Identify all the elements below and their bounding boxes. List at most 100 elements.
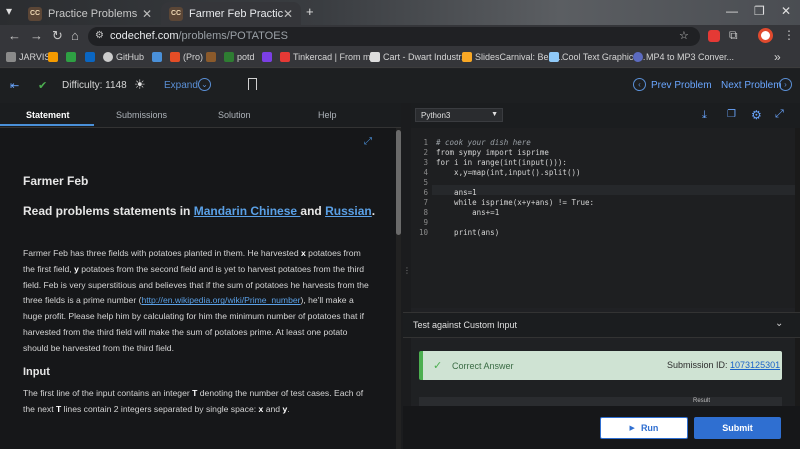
left-arrow-icon[interactable]: ⇤ bbox=[10, 79, 19, 92]
line-number: 10 bbox=[418, 228, 428, 237]
extensions-puzzle-icon[interactable]: ⧉ bbox=[729, 28, 738, 43]
code-line[interactable]: from sympy import isprime bbox=[436, 148, 549, 157]
language-select[interactable]: Python3 ▼ bbox=[415, 108, 503, 122]
minimize-icon[interactable]: — bbox=[726, 4, 738, 18]
bookmark-jarvis[interactable]: JARVIS bbox=[6, 52, 50, 62]
browser-tab-farmer-feb[interactable]: CC Farmer Feb Practice Coding Pro ✕ bbox=[161, 2, 301, 25]
chevron-down-icon[interactable]: ⌄ bbox=[198, 78, 211, 91]
gmail-icon bbox=[170, 52, 180, 62]
drag-handle-icon[interactable]: ⋮ bbox=[403, 266, 411, 275]
forward-icon[interactable]: → bbox=[30, 28, 43, 43]
browser-tab-strip: CC Practice Problems ✕ CC Farmer Feb Pra… bbox=[0, 0, 800, 25]
extension-icon[interactable] bbox=[708, 30, 720, 42]
theme-sun-icon[interactable]: ☀ bbox=[134, 77, 146, 93]
tab-submissions[interactable]: Submissions bbox=[116, 110, 167, 120]
bookmark-cart[interactable]: Cart - Dwart Industr... bbox=[370, 52, 469, 62]
bookmark-icon bbox=[462, 52, 472, 62]
mandarin-link[interactable]: Mandarin Chinese bbox=[194, 204, 301, 218]
chevron-right-icon[interactable]: › bbox=[779, 78, 792, 91]
check-icon: ✔ bbox=[38, 80, 48, 92]
bookmarks-more-icon[interactable]: » bbox=[774, 50, 781, 64]
home-icon[interactable]: ⌂ bbox=[71, 28, 79, 43]
check-icon: ✓ bbox=[433, 360, 443, 372]
submit-button[interactable]: Submit bbox=[694, 417, 781, 439]
bookmark-pro[interactable]: (Pro) bbox=[170, 52, 203, 62]
bookmark-icon[interactable] bbox=[248, 78, 257, 90]
close-icon[interactable]: ✕ bbox=[142, 7, 152, 21]
bookmark-mp4[interactable]: MP4 to MP3 Conver... bbox=[633, 52, 734, 62]
caret-down-icon: ▼ bbox=[491, 111, 498, 118]
back-icon[interactable]: ← bbox=[8, 28, 21, 43]
run-button[interactable]: ▶ Run bbox=[600, 417, 688, 439]
code-line[interactable]: for i in range(int(input())): bbox=[436, 158, 567, 167]
codechef-favicon-icon: CC bbox=[169, 6, 183, 21]
code-line[interactable]: print(ans) bbox=[436, 228, 499, 237]
submission-id-link[interactable]: 1073125301 bbox=[730, 360, 780, 370]
tab-search-icon[interactable]: ▾ bbox=[6, 4, 12, 18]
panel-resizer[interactable]: ⋮ bbox=[401, 103, 411, 449]
close-icon[interactable]: ✕ bbox=[283, 7, 293, 21]
code-line[interactable]: ans+=1 bbox=[436, 208, 499, 217]
problem-statement-panel: ⤢ Farmer Feb Read problems statements in… bbox=[0, 128, 396, 449]
settings-gear-icon[interactable]: ⚙ bbox=[751, 108, 762, 122]
github-icon bbox=[103, 52, 113, 62]
tinkercad-icon bbox=[280, 52, 290, 62]
current-line-highlight bbox=[432, 185, 795, 195]
bookmark-tinkercad[interactable]: Tinkercad | From mi... bbox=[280, 52, 380, 62]
reload-icon[interactable]: ↻ bbox=[52, 28, 63, 44]
line-number: 2 bbox=[423, 148, 428, 157]
bookmark-potd[interactable]: potd bbox=[224, 52, 255, 62]
prev-problem-button[interactable]: Prev Problem bbox=[651, 80, 712, 91]
bookmark-cooltext[interactable]: Cool Text Graphics... bbox=[549, 52, 645, 62]
tab-solution[interactable]: Solution bbox=[218, 110, 251, 120]
wikipedia-link[interactable]: http://en.wikipedia.org/wiki/Prime_numbe… bbox=[141, 295, 300, 305]
editor-scrollbar[interactable] bbox=[795, 128, 800, 449]
code-line[interactable]: x,y=map(int,input().split()) bbox=[436, 168, 580, 177]
download-icon[interactable]: ⤓ bbox=[702, 109, 707, 122]
custom-input-label[interactable]: Test against Custom Input bbox=[413, 320, 517, 330]
new-tab-icon[interactable]: + bbox=[306, 4, 314, 19]
codechef-favicon-icon: CC bbox=[28, 6, 42, 21]
bookmark-github[interactable]: GitHub bbox=[103, 52, 144, 62]
russian-link[interactable]: Russian bbox=[325, 204, 372, 218]
avatar[interactable] bbox=[758, 28, 773, 43]
restore-icon[interactable]: ❐ bbox=[754, 4, 765, 18]
bookmark-icon bbox=[549, 52, 559, 62]
bookmark-star-icon[interactable]: ☆ bbox=[679, 29, 689, 42]
next-problem-button[interactable]: Next Problem bbox=[721, 80, 782, 91]
browser-tab-practice[interactable]: CC Practice Problems ✕ bbox=[20, 2, 160, 25]
tab-statement[interactable]: Statement bbox=[26, 110, 70, 120]
line-number: 5 bbox=[423, 178, 428, 187]
bookmark-icon bbox=[633, 52, 643, 62]
bookmark-icon bbox=[224, 52, 234, 62]
site-info-icon[interactable]: ⚙ bbox=[95, 30, 104, 41]
expand-button[interactable]: Expand bbox=[164, 80, 198, 91]
bookmark-9[interactable] bbox=[262, 52, 275, 62]
fullscreen-icon[interactable]: ⤢ bbox=[775, 108, 784, 121]
address-bar[interactable]: ⚙ codechef.com/problems/POTATOES ☆ bbox=[88, 27, 700, 46]
chevron-left-icon[interactable]: ‹ bbox=[633, 78, 646, 91]
bookmark-1[interactable] bbox=[48, 52, 61, 62]
submission-id: Submission ID: 1073125301 bbox=[667, 360, 781, 370]
code-line[interactable]: ans=1 bbox=[436, 188, 477, 197]
bookmark-2[interactable] bbox=[66, 52, 79, 62]
tab-title: Farmer Feb Practice Coding Pro bbox=[189, 7, 283, 20]
line-number: 8 bbox=[423, 208, 428, 217]
window-close-icon[interactable]: ✕ bbox=[781, 4, 791, 18]
tab-help[interactable]: Help bbox=[318, 110, 337, 120]
copy-icon[interactable]: ❐ bbox=[727, 109, 736, 120]
code-line[interactable]: # cook your dish here bbox=[436, 138, 531, 147]
fullscreen-icon[interactable]: ⤢ bbox=[364, 136, 372, 147]
bookmark-icon bbox=[370, 52, 380, 62]
bookmark-7[interactable] bbox=[206, 52, 219, 62]
bookmark-5[interactable] bbox=[152, 52, 165, 62]
bookmark-slidescarnival[interactable]: SlidesCarnival: Best... bbox=[462, 52, 563, 62]
input-heading: Input bbox=[23, 366, 50, 378]
menu-kebab-icon[interactable]: ⋮ bbox=[783, 28, 795, 42]
bookmark-3[interactable] bbox=[85, 52, 98, 62]
line-number: 3 bbox=[423, 158, 428, 167]
line-number: 9 bbox=[423, 218, 428, 227]
play-icon: ▶ bbox=[629, 425, 635, 432]
code-line[interactable]: while isprime(x+y+ans) != True: bbox=[436, 198, 594, 207]
chevron-down-icon[interactable]: ⌄ bbox=[775, 318, 783, 329]
